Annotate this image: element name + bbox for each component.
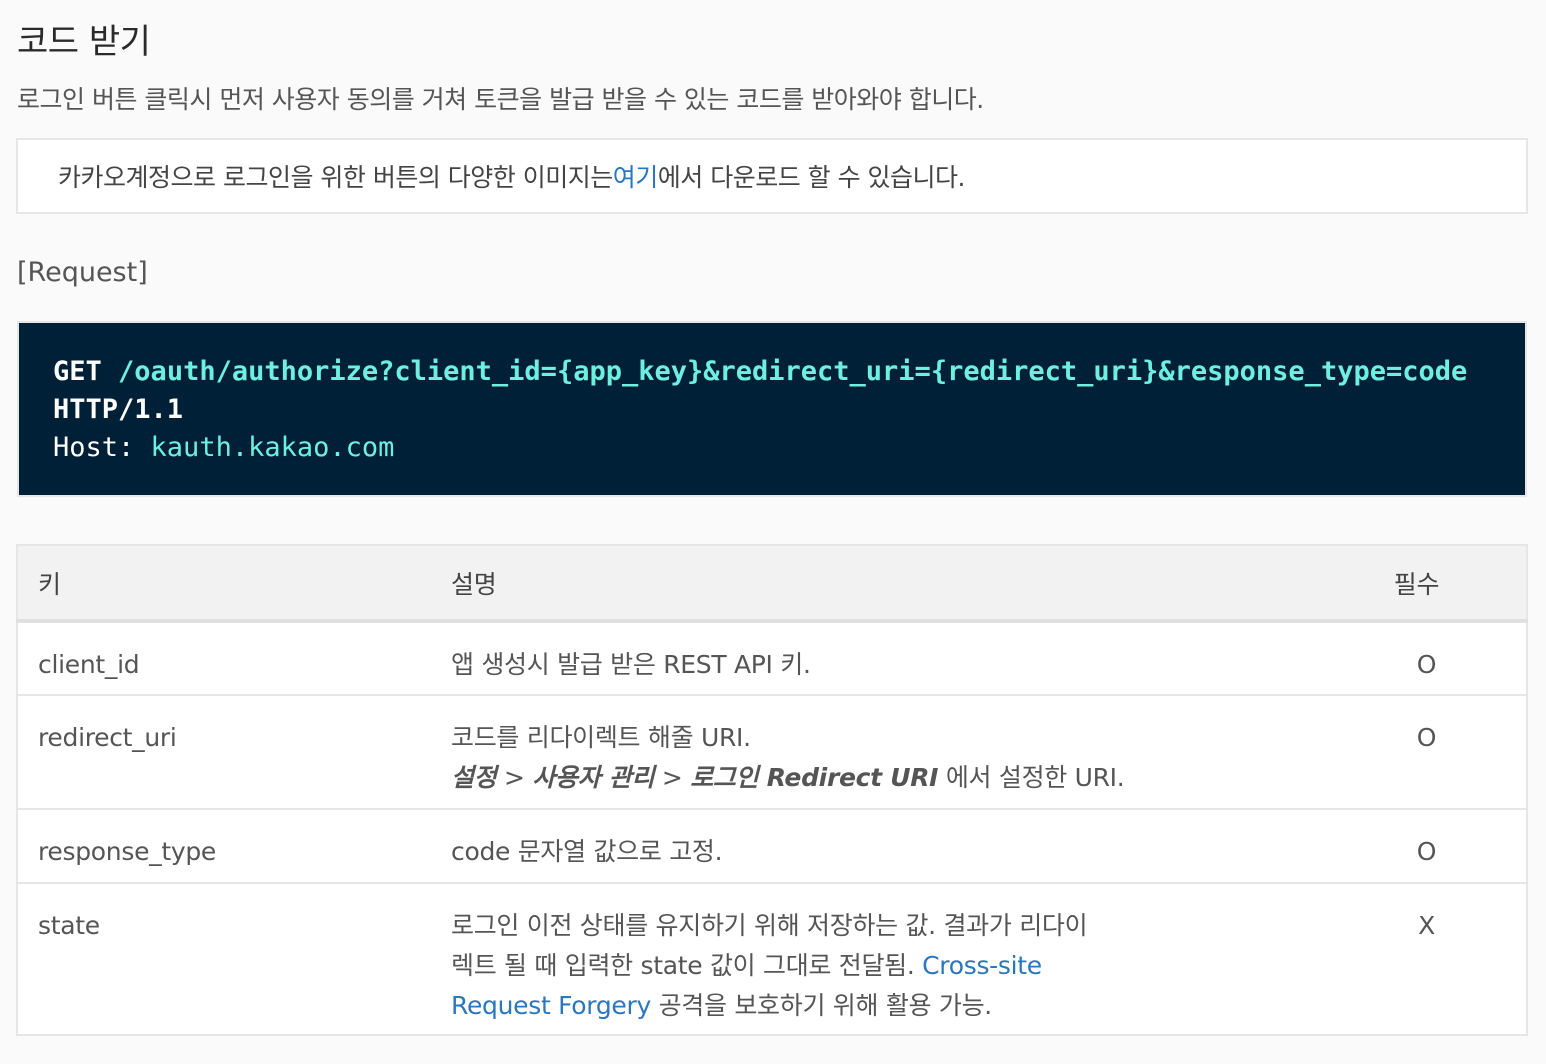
- download-link[interactable]: 여기: [613, 158, 659, 194]
- path-settings: 설정: [451, 763, 497, 792]
- http-protocol: HTTP/1.1: [53, 394, 184, 425]
- page: 코드 받기 로그인 버튼 클릭시 먼저 사용자 동의를 거쳐 토큰을 발급 받을…: [0, 0, 1546, 1064]
- table-header-row: 키 설명 필수: [17, 545, 1527, 623]
- param-description: 로그인 이전 상태를 유지하기 위해 저장하는 값. 결과가 리다이렉트 될 때…: [431, 882, 1327, 1035]
- table-row: redirect_uri 코드를 리다이렉트 해줄 URI. 설정 > 사용자 …: [17, 694, 1527, 809]
- info-note: 카카오계정으로 로그인을 위한 버튼의 다양한 이미지는 여기 에서 다운로드 할…: [16, 138, 1528, 214]
- param-description-line: 코드를 리다이렉트 해줄 URI.: [451, 723, 751, 752]
- param-description: 코드를 리다이렉트 해줄 URI. 설정 > 사용자 관리 > 로그인 Redi…: [431, 694, 1327, 809]
- param-required: O: [1327, 694, 1527, 809]
- path-redirect-uri: 로그인 Redirect URI: [690, 763, 939, 792]
- http-method: GET: [53, 356, 102, 387]
- path-suffix: 에서 설정한 URI.: [938, 763, 1125, 792]
- section-description: 로그인 버튼 클릭시 먼저 사용자 동의를 거쳐 토큰을 발급 받을 수 있는 …: [17, 85, 984, 114]
- note-text-after: 에서 다운로드 할 수 있습니다.: [657, 163, 966, 192]
- header-description: 설명: [431, 545, 1327, 623]
- param-key: state: [17, 882, 431, 1035]
- table-row: response_type code 문자열 값으로 고정. O: [17, 808, 1527, 883]
- param-key: response_type: [17, 808, 431, 883]
- param-key: redirect_uri: [17, 694, 431, 809]
- path-separator: >: [654, 763, 691, 792]
- table-row: state 로그인 이전 상태를 유지하기 위해 저장하는 값. 결과가 리다이…: [17, 882, 1527, 1035]
- param-description: 앱 생성시 발급 받은 REST API 키.: [431, 620, 1327, 695]
- table-row: client_id 앱 생성시 발급 받은 REST API 키. O: [17, 620, 1527, 695]
- request-path: /oauth/authorize?client_id={app_key}&red…: [118, 356, 1468, 387]
- param-required: X: [1327, 882, 1527, 1035]
- param-description-path: 설정 > 사용자 관리 > 로그인 Redirect URI 에서 설정한 UR…: [451, 758, 1307, 798]
- path-user-management: 사용자 관리: [532, 763, 655, 792]
- request-code-block: GET /oauth/authorize?client_id={app_key}…: [17, 321, 1527, 497]
- param-key: client_id: [17, 620, 431, 695]
- param-required: O: [1327, 808, 1527, 883]
- section-title: 코드 받기: [17, 22, 151, 62]
- header-key: 키: [17, 545, 431, 623]
- host-value: kauth.kakao.com: [150, 432, 395, 463]
- header-required: 필수: [1327, 545, 1527, 623]
- request-label: [Request]: [17, 257, 148, 288]
- note-text-before: 카카오계정으로 로그인을 위한 버튼의 다양한 이미지는: [58, 163, 613, 192]
- param-required: O: [1327, 620, 1527, 695]
- state-description-after: 공격을 보호하기 위해 활용 가능.: [650, 991, 993, 1020]
- param-description: code 문자열 값으로 고정.: [431, 808, 1327, 883]
- parameter-table: 키 설명 필수 client_id 앱 생성시 발급 받은 REST API 키…: [16, 544, 1528, 1036]
- host-key: Host:: [53, 432, 135, 463]
- path-separator: >: [496, 763, 533, 792]
